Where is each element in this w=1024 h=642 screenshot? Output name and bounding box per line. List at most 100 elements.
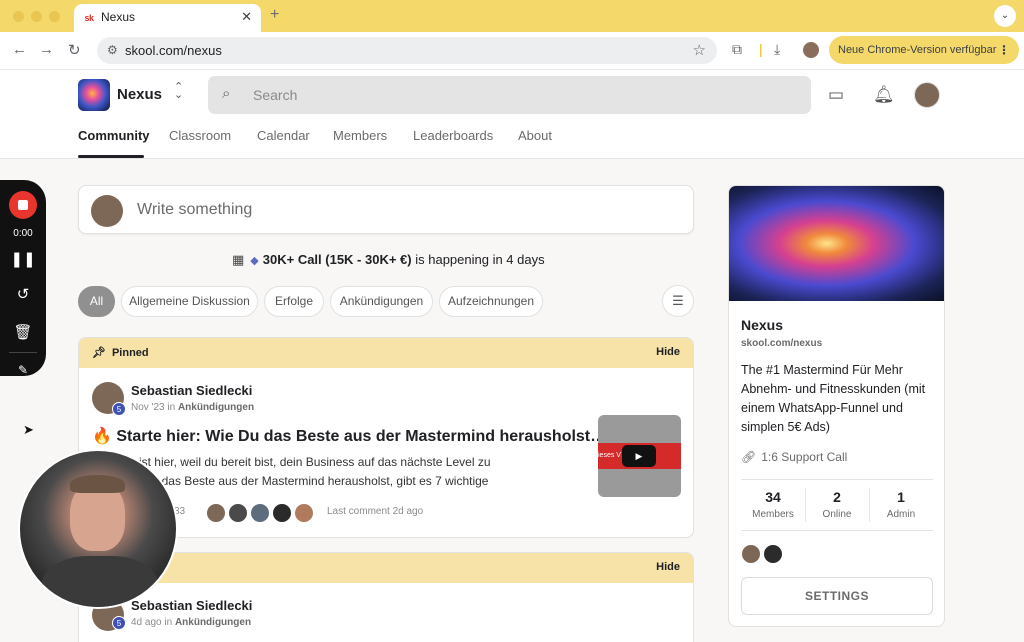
back-arrow-icon[interactable]: ← <box>12 41 27 58</box>
nav-tab-leaderboards[interactable]: Leaderboards <box>413 128 493 143</box>
tab-close-icon[interactable]: ✕ <box>241 9 252 25</box>
post-body-line: 👋: Du bist hier, weil du bereit bist, de… <box>92 455 491 469</box>
nav-tab-about[interactable]: About <box>518 128 552 143</box>
recorder-divider <box>9 352 37 353</box>
search-placeholder: Search <box>253 87 298 103</box>
download-icon[interactable]: ⤓ <box>774 41 780 58</box>
composer-placeholder: Write something <box>137 201 253 218</box>
new-tab-icon[interactable]: + <box>270 6 279 24</box>
url-text[interactable]: skool.com/nexus <box>125 43 222 58</box>
stat-admin[interactable]: 1 Admin <box>869 489 933 520</box>
divider <box>741 479 933 480</box>
user-avatar[interactable] <box>914 82 940 108</box>
recording-timer: 0:00 <box>13 228 33 239</box>
commenter-avatar <box>228 503 248 523</box>
webcam-overlay[interactable] <box>18 449 178 609</box>
event-suffix: is happening in 4 days <box>411 252 545 267</box>
pen-icon[interactable]: ✎ <box>0 363 46 377</box>
group-title: Nexus <box>741 317 784 333</box>
filter-chip-aufzeichnungen[interactable]: Aufzeichnungen <box>439 286 543 317</box>
forward-arrow-icon[interactable]: → <box>39 41 54 58</box>
filter-settings-sliders-icon[interactable]: ☰ <box>662 285 694 317</box>
nav-tab-members[interactable]: Members <box>333 128 387 143</box>
hide-button[interactable]: Hide <box>656 561 680 573</box>
window-close-dot[interactable] <box>13 11 24 22</box>
online-member-avatar[interactable] <box>741 544 761 564</box>
separator-icon: | <box>759 41 763 57</box>
post-category[interactable]: Ankündigungen <box>175 617 251 628</box>
pin-icon: 📌︎ <box>92 347 106 359</box>
upcoming-event-banner[interactable]: ▦ ◆ 30K+ Call (15K - 30K+ €) is happening … <box>232 252 545 268</box>
filter-chip-ankuendigungen[interactable]: Ankündigungen <box>330 286 433 317</box>
browser-tab-bar: sk Nexus ✕ + ⌄ <box>0 0 1024 32</box>
browser-toolbar: ← → ↻ ⚙ skool.com/nexus ☆ ⧉ | ⤓ Neue Chr… <box>0 32 1024 70</box>
webcam-person-body <box>42 556 158 607</box>
video-thumbnail[interactable]: ieses V… Pflich ▶ <box>598 415 681 497</box>
group-info-card: Nexus skool.com/nexus The #1 Mastermind … <box>728 185 945 627</box>
level-badge: 5 <box>112 616 126 630</box>
browser-tab[interactable]: sk Nexus ✕ <box>74 4 261 32</box>
active-tab-indicator <box>78 155 144 158</box>
extensions-puzzle-icon[interactable]: ⧉ <box>732 41 742 58</box>
post-category[interactable]: Ankündigungen <box>178 402 254 413</box>
search-bar[interactable]: ⌕ Search <box>208 76 811 114</box>
hide-button[interactable]: Hide <box>656 346 680 358</box>
level-badge: 5 <box>112 402 126 416</box>
group-cover-image <box>729 186 944 301</box>
nav-tab-calendar[interactable]: Calendar <box>257 128 310 143</box>
trash-icon[interactable]: 🗑︎ <box>0 323 46 341</box>
filter-chip-allgemeine-diskussion[interactable]: Allgemeine Diskussion <box>121 286 258 317</box>
composer-avatar <box>91 195 123 227</box>
search-icon: ⌕ <box>222 85 231 102</box>
webcam-person-hair <box>70 475 125 493</box>
post-title[interactable]: 🔥 Starte hier: Wie Du das Beste aus der … <box>92 426 606 446</box>
calendar-icon: ▦ <box>232 252 245 267</box>
post-meta: 4d ago in Ankündigungen <box>131 617 252 628</box>
window-minimize-dot[interactable] <box>31 11 42 22</box>
write-post-box[interactable]: Write something <box>78 185 694 234</box>
diamond-icon: ◆ <box>250 255 259 267</box>
profile-avatar[interactable] <box>803 42 819 58</box>
group-description: The #1 Mastermind Für Mehr Abnehm- und F… <box>741 363 926 434</box>
nav-tab-classroom[interactable]: Classroom <box>169 128 231 143</box>
restart-icon[interactable]: ↺ <box>0 285 46 303</box>
chat-bubble-icon[interactable]: ▭ <box>828 85 844 105</box>
filter-chip-erfolge[interactable]: Erfolge <box>264 286 324 317</box>
commenter-avatar <box>294 503 314 523</box>
bookmark-star-icon[interactable]: ☆ <box>693 41 706 59</box>
settings-button[interactable]: SETTINGS <box>741 577 933 615</box>
pinned-bar: 📌︎ Pinned Hide <box>79 338 693 368</box>
nav-tab-community[interactable]: Community <box>78 128 150 143</box>
window-zoom-dot[interactable] <box>49 11 60 22</box>
group-url: skool.com/nexus <box>741 338 823 349</box>
stat-members[interactable]: 34 Members <box>741 489 805 520</box>
skool-favicon-icon: sk <box>82 11 96 25</box>
commenter-avatar <box>206 503 226 523</box>
filter-chip-all[interactable]: All <box>78 286 115 317</box>
chrome-update-button[interactable]: Neue Chrome-Version verfügbar ⋮ <box>829 36 1019 64</box>
group-switcher-chevron-icon[interactable]: ⌃ ⌄ <box>174 82 183 101</box>
skool-header: Nexus ⌃ ⌄ ⌕ Search ▭ 🔔︎ Community Classro… <box>0 70 1024 159</box>
divider <box>741 530 933 531</box>
stat-online[interactable]: 2 Online <box>805 489 869 520</box>
group-name[interactable]: Nexus <box>117 86 162 103</box>
site-settings-icon[interactable]: ⚙ <box>107 43 118 57</box>
bell-icon[interactable]: 🔔︎ <box>873 85 895 105</box>
link-icon: 🔗︎ <box>741 450 757 464</box>
post-card[interactable]: Hide 5 Sebastian Siedlecki 4d ago in Ank… <box>78 552 694 642</box>
tab-search-chevron-icon[interactable]: ⌄ <box>994 5 1016 27</box>
group-logo[interactable] <box>78 79 110 111</box>
address-bar[interactable]: ⚙ skool.com/nexus ☆ <box>97 37 717 64</box>
pause-icon[interactable]: ❚❚ <box>0 250 46 268</box>
stop-recording-button[interactable] <box>9 191 37 219</box>
last-comment-time: Last comment 2d ago <box>327 506 424 517</box>
play-icon[interactable]: ▶ <box>622 445 656 467</box>
online-member-avatar[interactable] <box>763 544 783 564</box>
mouse-cursor-icon: ➤ <box>23 422 34 437</box>
support-call-link[interactable]: 🔗︎ 1:6 Support Call <box>741 450 847 464</box>
event-title: 30K+ Call (15K - 30K+ €) <box>262 252 412 267</box>
pinned-label: 📌︎ Pinned <box>92 347 149 359</box>
author-name[interactable]: Sebastian Siedlecki <box>131 383 252 398</box>
commenter-avatar <box>250 503 270 523</box>
reload-icon[interactable]: ↻ <box>68 41 81 59</box>
